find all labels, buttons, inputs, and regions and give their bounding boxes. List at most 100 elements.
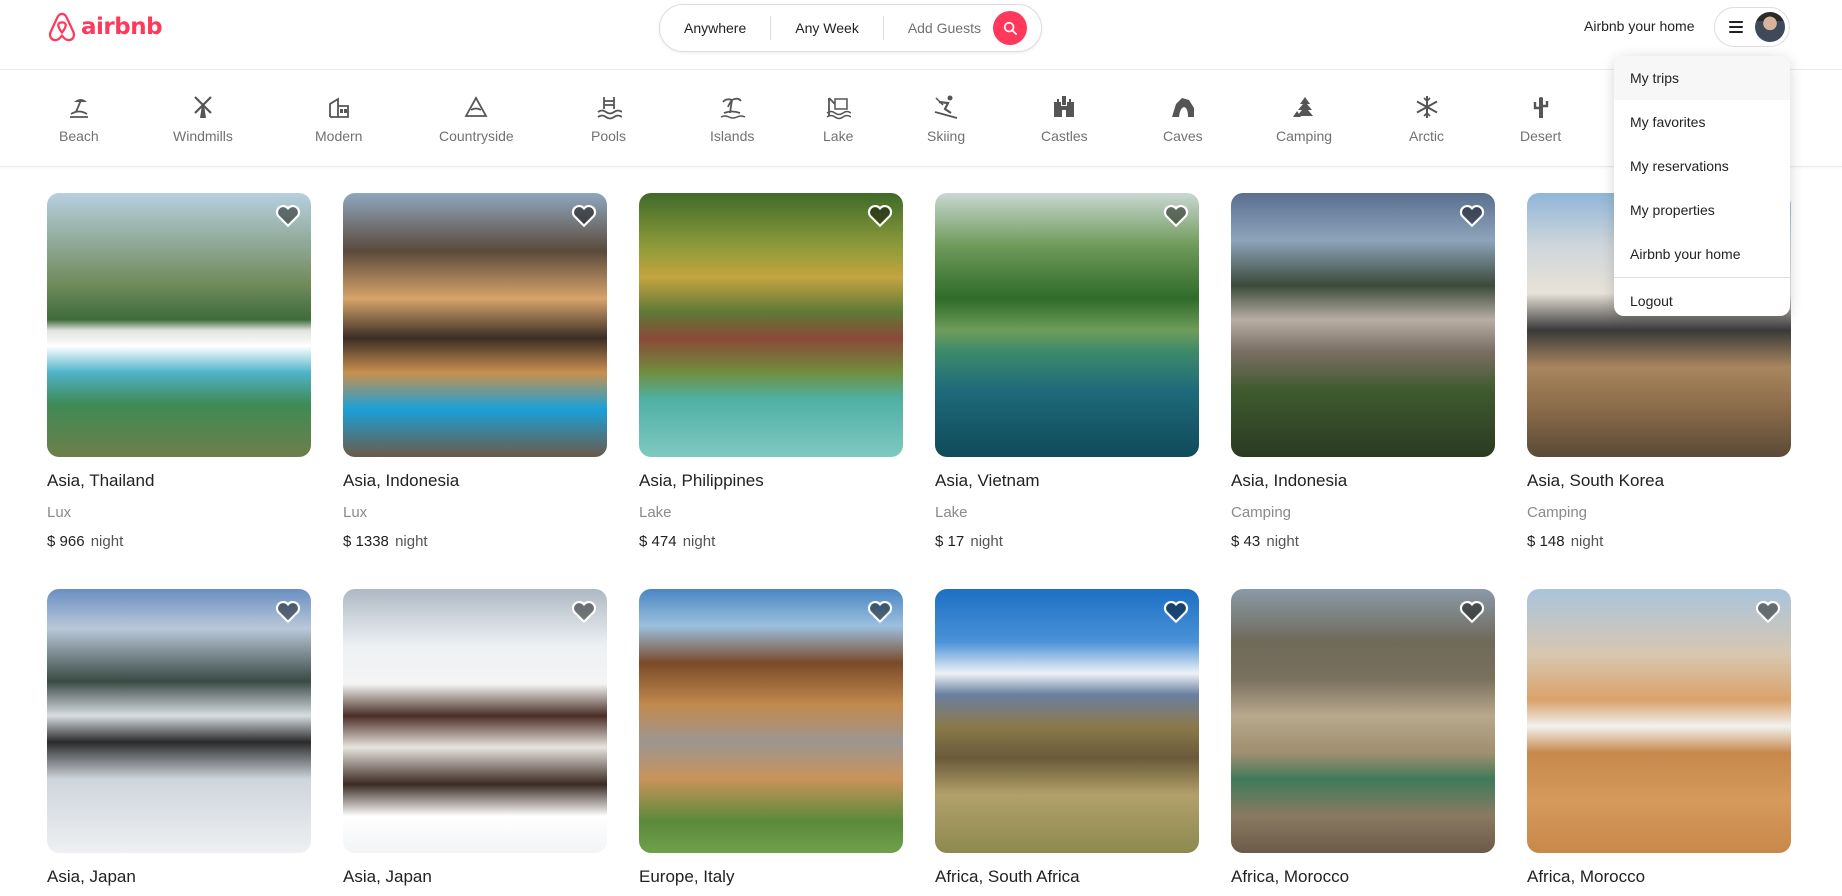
category-label: Modern	[315, 128, 363, 144]
heart-icon[interactable]	[275, 600, 301, 624]
modern-house-icon	[328, 97, 349, 118]
airbnb-your-home-link[interactable]: Airbnb your home	[1572, 15, 1707, 37]
price-value: $ 148	[1527, 533, 1565, 550]
price-value: $ 17	[935, 533, 965, 550]
camping-icon	[1293, 97, 1314, 117]
heart-icon[interactable]	[1163, 204, 1189, 228]
category-label: Lake	[823, 128, 854, 144]
listing-location: Asia, Philippines	[639, 471, 764, 490]
listing-photo[interactable]	[343, 589, 607, 853]
category-label: Arctic	[1409, 128, 1444, 144]
listing-location: Asia, Indonesia	[1231, 471, 1348, 490]
listing-photo[interactable]	[47, 589, 311, 853]
listing-location: Europe, Italy	[639, 867, 735, 886]
price-unit: night	[395, 533, 428, 550]
cactus-icon	[1533, 97, 1548, 118]
listing-photo[interactable]	[1527, 589, 1791, 853]
beach-icon	[69, 99, 88, 118]
heart-icon[interactable]	[1163, 600, 1189, 624]
category-lake[interactable]: Lake	[823, 94, 853, 144]
listing-card[interactable]: Africa, Morocco	[1231, 589, 1495, 887]
category-label: Desert	[1520, 128, 1562, 144]
listing-category: Lux	[47, 504, 72, 521]
price-unit: night	[970, 533, 1003, 550]
listing-photo[interactable]	[935, 193, 1199, 457]
menu-item-logout[interactable]: Logout	[1614, 279, 1790, 316]
category-islands[interactable]: Islands	[710, 94, 754, 144]
menu-item-my-trips[interactable]: My trips	[1614, 56, 1790, 100]
pool-icon	[596, 97, 622, 120]
search-bar[interactable]: Anywhere Any Week Add Guests	[659, 4, 1042, 52]
listing-category: Camping	[1527, 504, 1588, 521]
listing-category: Camping	[1231, 504, 1292, 521]
category-label: Castles	[1041, 128, 1088, 144]
listing-card[interactable]: Africa, South Africa	[935, 589, 1199, 887]
category-castles[interactable]: Castles	[1041, 94, 1088, 144]
listing-photo[interactable]	[639, 589, 903, 853]
listing-photo[interactable]	[343, 193, 607, 457]
heart-icon[interactable]	[571, 600, 597, 624]
listing-price: $ 17 night	[935, 533, 1199, 550]
listing-category: Lake	[639, 504, 672, 521]
category-label: Islands	[710, 128, 755, 144]
heart-icon[interactable]	[867, 204, 893, 228]
category-pools[interactable]: Pools	[591, 94, 626, 144]
menu-item-my-favorites[interactable]: My favorites	[1614, 100, 1790, 144]
listing-photo[interactable]	[935, 589, 1199, 853]
cave-icon	[1171, 98, 1194, 117]
listing-card[interactable]: Asia, Japan	[343, 589, 607, 887]
listing-card[interactable]: Asia, Indonesia Camping $ 43 night	[1231, 193, 1495, 550]
category-label: Skiing	[927, 128, 966, 144]
category-caves[interactable]: Caves	[1163, 94, 1203, 144]
island-icon	[720, 97, 746, 119]
listing-location: Asia, Thailand	[47, 471, 155, 490]
listing-location: Africa, South Africa	[935, 867, 1080, 886]
user-menu-button[interactable]	[1714, 7, 1790, 47]
search-where[interactable]: Anywhere	[660, 16, 770, 40]
category-skiing[interactable]: Skiing	[927, 94, 965, 144]
heart-icon[interactable]	[1459, 204, 1485, 228]
top-nav: airbnb Anywhere Any Week Add Guests Airb…	[0, 0, 1842, 70]
menu-item-airbnb-your-home[interactable]: Airbnb your home	[1614, 232, 1790, 276]
listing-location: Asia, Japan	[47, 867, 136, 886]
listing-category: Lake	[935, 504, 968, 521]
listing-location: Africa, Morocco	[1231, 867, 1350, 886]
listing-photo[interactable]	[639, 193, 903, 457]
heart-icon[interactable]	[275, 204, 301, 228]
listing-price: $ 1338 night	[343, 533, 607, 550]
search-button[interactable]	[992, 11, 1027, 45]
heart-icon[interactable]	[1459, 600, 1485, 624]
category-label: Countryside	[439, 128, 514, 144]
category-windmills[interactable]: Windmills	[173, 94, 233, 144]
listing-card[interactable]: Asia, Philippines Lake $ 474 night	[639, 193, 903, 550]
category-modern[interactable]: Modern	[315, 94, 362, 144]
search-when[interactable]: Any Week	[771, 16, 883, 40]
category-desert[interactable]: Desert	[1520, 94, 1561, 144]
listing-card[interactable]: Asia, Japan	[47, 589, 311, 887]
heart-icon[interactable]	[571, 204, 597, 228]
listing-location: Asia, Japan	[343, 867, 432, 886]
listing-photo[interactable]	[47, 193, 311, 457]
listing-card[interactable]: Europe, Italy	[639, 589, 903, 887]
listing-photo[interactable]	[1231, 193, 1495, 457]
category-arctic[interactable]: Arctic	[1409, 94, 1444, 144]
price-value: $ 43	[1231, 533, 1261, 550]
airbnb-logo[interactable]: airbnb	[47, 11, 163, 43]
category-label: Pools	[591, 128, 627, 144]
search-guests[interactable]: Add Guests	[884, 16, 991, 40]
listing-photo[interactable]	[1231, 589, 1495, 853]
listing-price: $ 43 night	[1231, 533, 1495, 550]
category-beach[interactable]: Beach	[59, 94, 99, 144]
heart-icon[interactable]	[1755, 600, 1781, 624]
category-camping[interactable]: Camping	[1276, 94, 1332, 144]
heart-icon[interactable]	[867, 600, 893, 624]
listing-card[interactable]: Asia, Vietnam Lake $ 17 night	[935, 193, 1199, 550]
menu-item-my-reservations[interactable]: My reservations	[1614, 144, 1790, 188]
hamburger-icon	[1729, 21, 1743, 33]
avatar	[1755, 12, 1785, 42]
category-countryside[interactable]: Countryside	[439, 94, 514, 144]
listing-card[interactable]: Asia, Thailand Lux $ 966 night	[47, 193, 311, 550]
menu-item-my-properties[interactable]: My properties	[1614, 188, 1790, 232]
listing-card[interactable]: Asia, Indonesia Lux $ 1338 night	[343, 193, 607, 550]
listing-card[interactable]: Africa, Morocco	[1527, 589, 1791, 887]
